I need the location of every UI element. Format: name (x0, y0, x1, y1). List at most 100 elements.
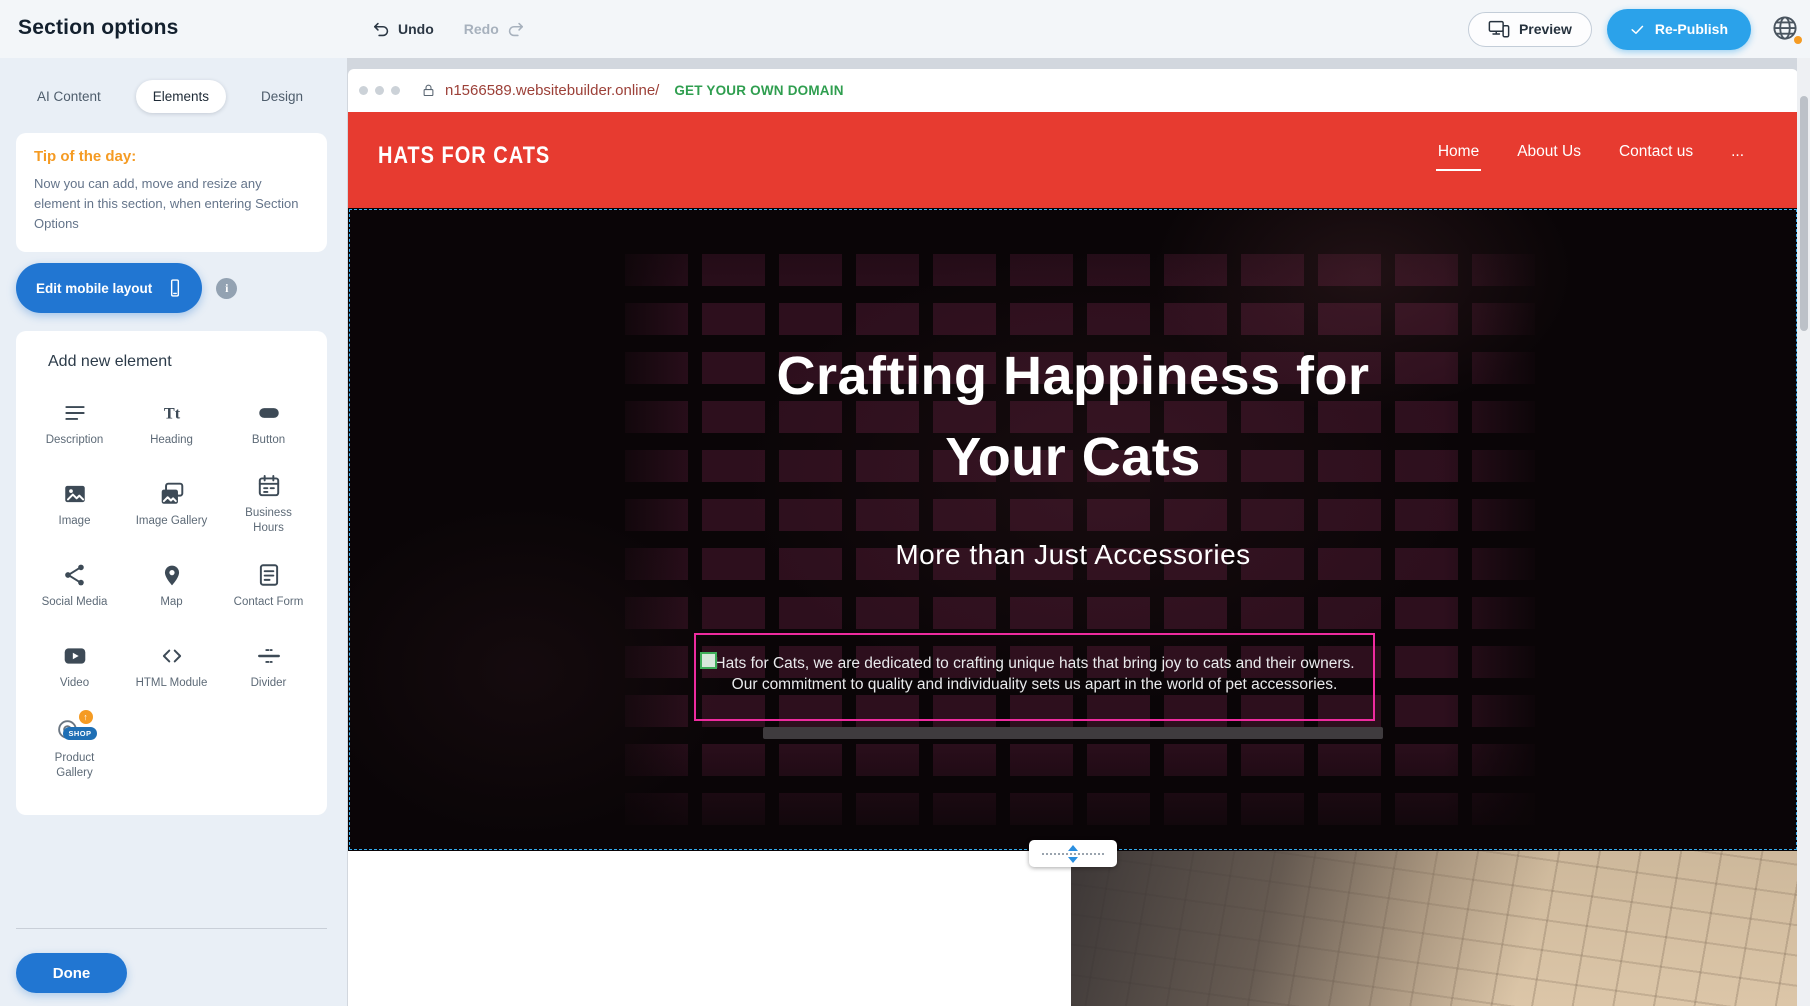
add-element-business-hours[interactable]: Business Hours (220, 464, 317, 545)
site-url: n1566589.websitebuilder.online/ (445, 82, 659, 99)
section-options-sidebar: AI Content Elements Design Tip of the da… (0, 58, 347, 1006)
page-title: Section options (18, 16, 179, 40)
preview-button[interactable]: Preview (1468, 12, 1592, 47)
shop-badge: SHOP (63, 727, 98, 740)
preview-label: Preview (1519, 21, 1572, 37)
nav-contact-us[interactable]: Contact us (1617, 137, 1695, 171)
phone-icon (165, 278, 185, 298)
edit-mobile-label: Edit mobile layout (36, 281, 152, 296)
tab-ai-content[interactable]: AI Content (20, 80, 118, 113)
section-resize-handle[interactable] (1029, 840, 1117, 867)
tip-body: Now you can add, move and resize any ele… (34, 174, 309, 234)
redo-icon (506, 20, 525, 39)
nav-about-us[interactable]: About Us (1515, 137, 1583, 171)
window-dot (375, 86, 384, 95)
add-element-description[interactable]: Description (26, 383, 123, 464)
nav-more[interactable]: ... (1729, 137, 1746, 171)
resize-arrow-up-icon (1068, 845, 1078, 851)
next-section[interactable] (348, 851, 1798, 1006)
sidebar-divider (16, 928, 327, 929)
add-element-contact-form[interactable]: Contact Form (220, 545, 317, 626)
svg-text:Tt: Tt (163, 404, 180, 422)
selected-paragraph-element[interactable]: Hats for Cats, we are dedicated to craft… (694, 633, 1375, 721)
get-domain-link[interactable]: GET YOUR OWN DOMAIN (674, 83, 843, 98)
site-header[interactable]: HATS FOR CATS Home About Us Contact us .… (348, 112, 1798, 208)
upgrade-badge-icon: ↑ (79, 710, 93, 724)
hero-heading-line1: Crafting Happiness for (776, 346, 1369, 406)
form-icon (256, 562, 282, 588)
image-gallery-icon (159, 481, 185, 507)
hero-heading[interactable]: Crafting Happiness for Your Cats (348, 336, 1798, 498)
topbar: Section options Undo Redo Preview Re-Pub… (0, 0, 1810, 58)
topbar-actions: Preview Re-Publish (1468, 0, 1804, 58)
hero-section[interactable]: Crafting Happiness for Your Cats More th… (348, 208, 1798, 851)
tab-elements[interactable]: Elements (136, 80, 226, 113)
nav-home[interactable]: Home (1436, 137, 1481, 171)
hero-paragraph-line1: Hats for Cats, we are dedicated to craft… (696, 653, 1373, 674)
add-element-social-media[interactable]: Social Media (26, 545, 123, 626)
undo-button[interactable]: Undo (372, 20, 434, 39)
hero-background-tiles (611, 237, 1535, 829)
video-play-icon (62, 643, 88, 669)
edit-mobile-layout-button[interactable]: Edit mobile layout (16, 263, 202, 313)
site-nav: Home About Us Contact us ... (1436, 112, 1746, 196)
calendar-icon (256, 473, 282, 499)
info-icon[interactable]: i (216, 278, 237, 299)
check-icon (1630, 22, 1645, 37)
resize-arrow-down-icon (1068, 857, 1078, 863)
add-element-image-gallery[interactable]: Image Gallery (123, 464, 220, 545)
hero-paragraph: Hats for Cats, we are dedicated to craft… (696, 653, 1373, 695)
language-globe-icon[interactable] (1766, 10, 1804, 48)
add-element-html-module[interactable]: HTML Module (123, 626, 220, 707)
add-element-panel: Add new element Description Tt Heading B… (16, 331, 327, 815)
history-controls: Undo Redo (372, 0, 525, 58)
button-pill-icon (256, 400, 282, 426)
add-element-image[interactable]: Image (26, 464, 123, 545)
redo-button[interactable]: Redo (464, 20, 525, 39)
editor-canvas: n1566589.websitebuilder.online/ GET YOUR… (347, 58, 1810, 1006)
tip-title: Tip of the day: (34, 148, 309, 165)
tab-design[interactable]: Design (244, 80, 320, 113)
canvas-scrollbar[interactable] (1797, 58, 1810, 1006)
share-icon (62, 562, 88, 588)
add-element-heading[interactable]: Tt Heading (123, 383, 220, 464)
website-builder-app: Section options Undo Redo Preview Re-Pub… (0, 0, 1810, 1006)
undo-label: Undo (398, 21, 434, 37)
hero-paragraph-line2: Our commitment to quality and individual… (696, 674, 1373, 695)
pavement-photo (1071, 851, 1798, 1006)
heading-text-icon: Tt (159, 400, 185, 426)
add-element-divider[interactable]: Divider (220, 626, 317, 707)
add-element-button[interactable]: Button (220, 383, 317, 464)
window-dot (391, 86, 400, 95)
window-dot (359, 86, 368, 95)
description-lines-icon (62, 400, 88, 426)
code-icon (159, 643, 185, 669)
hero-heading-line2: Your Cats (945, 427, 1201, 487)
redo-label: Redo (464, 21, 499, 37)
republish-button[interactable]: Re-Publish (1607, 9, 1751, 50)
done-button[interactable]: Done (16, 953, 127, 993)
drag-handle[interactable] (700, 652, 717, 669)
lock-icon (421, 83, 436, 98)
browser-chrome: n1566589.websitebuilder.online/ GET YOUR… (348, 69, 1798, 112)
hero-subheading[interactable]: More than Just Accessories (348, 538, 1798, 572)
scrollbar-thumb[interactable] (1800, 96, 1808, 331)
notification-dot (1794, 36, 1802, 44)
add-element-video[interactable]: Video (26, 626, 123, 707)
element-spacing-bar (763, 727, 1383, 739)
shop-icon: SHOP ↑ (55, 714, 95, 744)
add-element-map[interactable]: Map (123, 545, 220, 626)
add-element-title: Add new element (48, 353, 317, 371)
map-pin-icon (159, 562, 185, 588)
undo-icon (372, 20, 391, 39)
divider-icon (256, 643, 282, 669)
resize-dotted-line (1042, 853, 1104, 855)
site-logo: HATS FOR CATS (378, 142, 550, 170)
mobile-layout-row: Edit mobile layout i (16, 263, 237, 313)
republish-label: Re-Publish (1655, 21, 1728, 37)
devices-icon (1488, 18, 1510, 40)
window-control-dots (359, 86, 400, 95)
image-icon (62, 481, 88, 507)
tip-of-the-day-card: Tip of the day: Now you can add, move an… (16, 133, 327, 252)
add-element-product-gallery[interactable]: SHOP ↑ Product Gallery (26, 707, 123, 788)
